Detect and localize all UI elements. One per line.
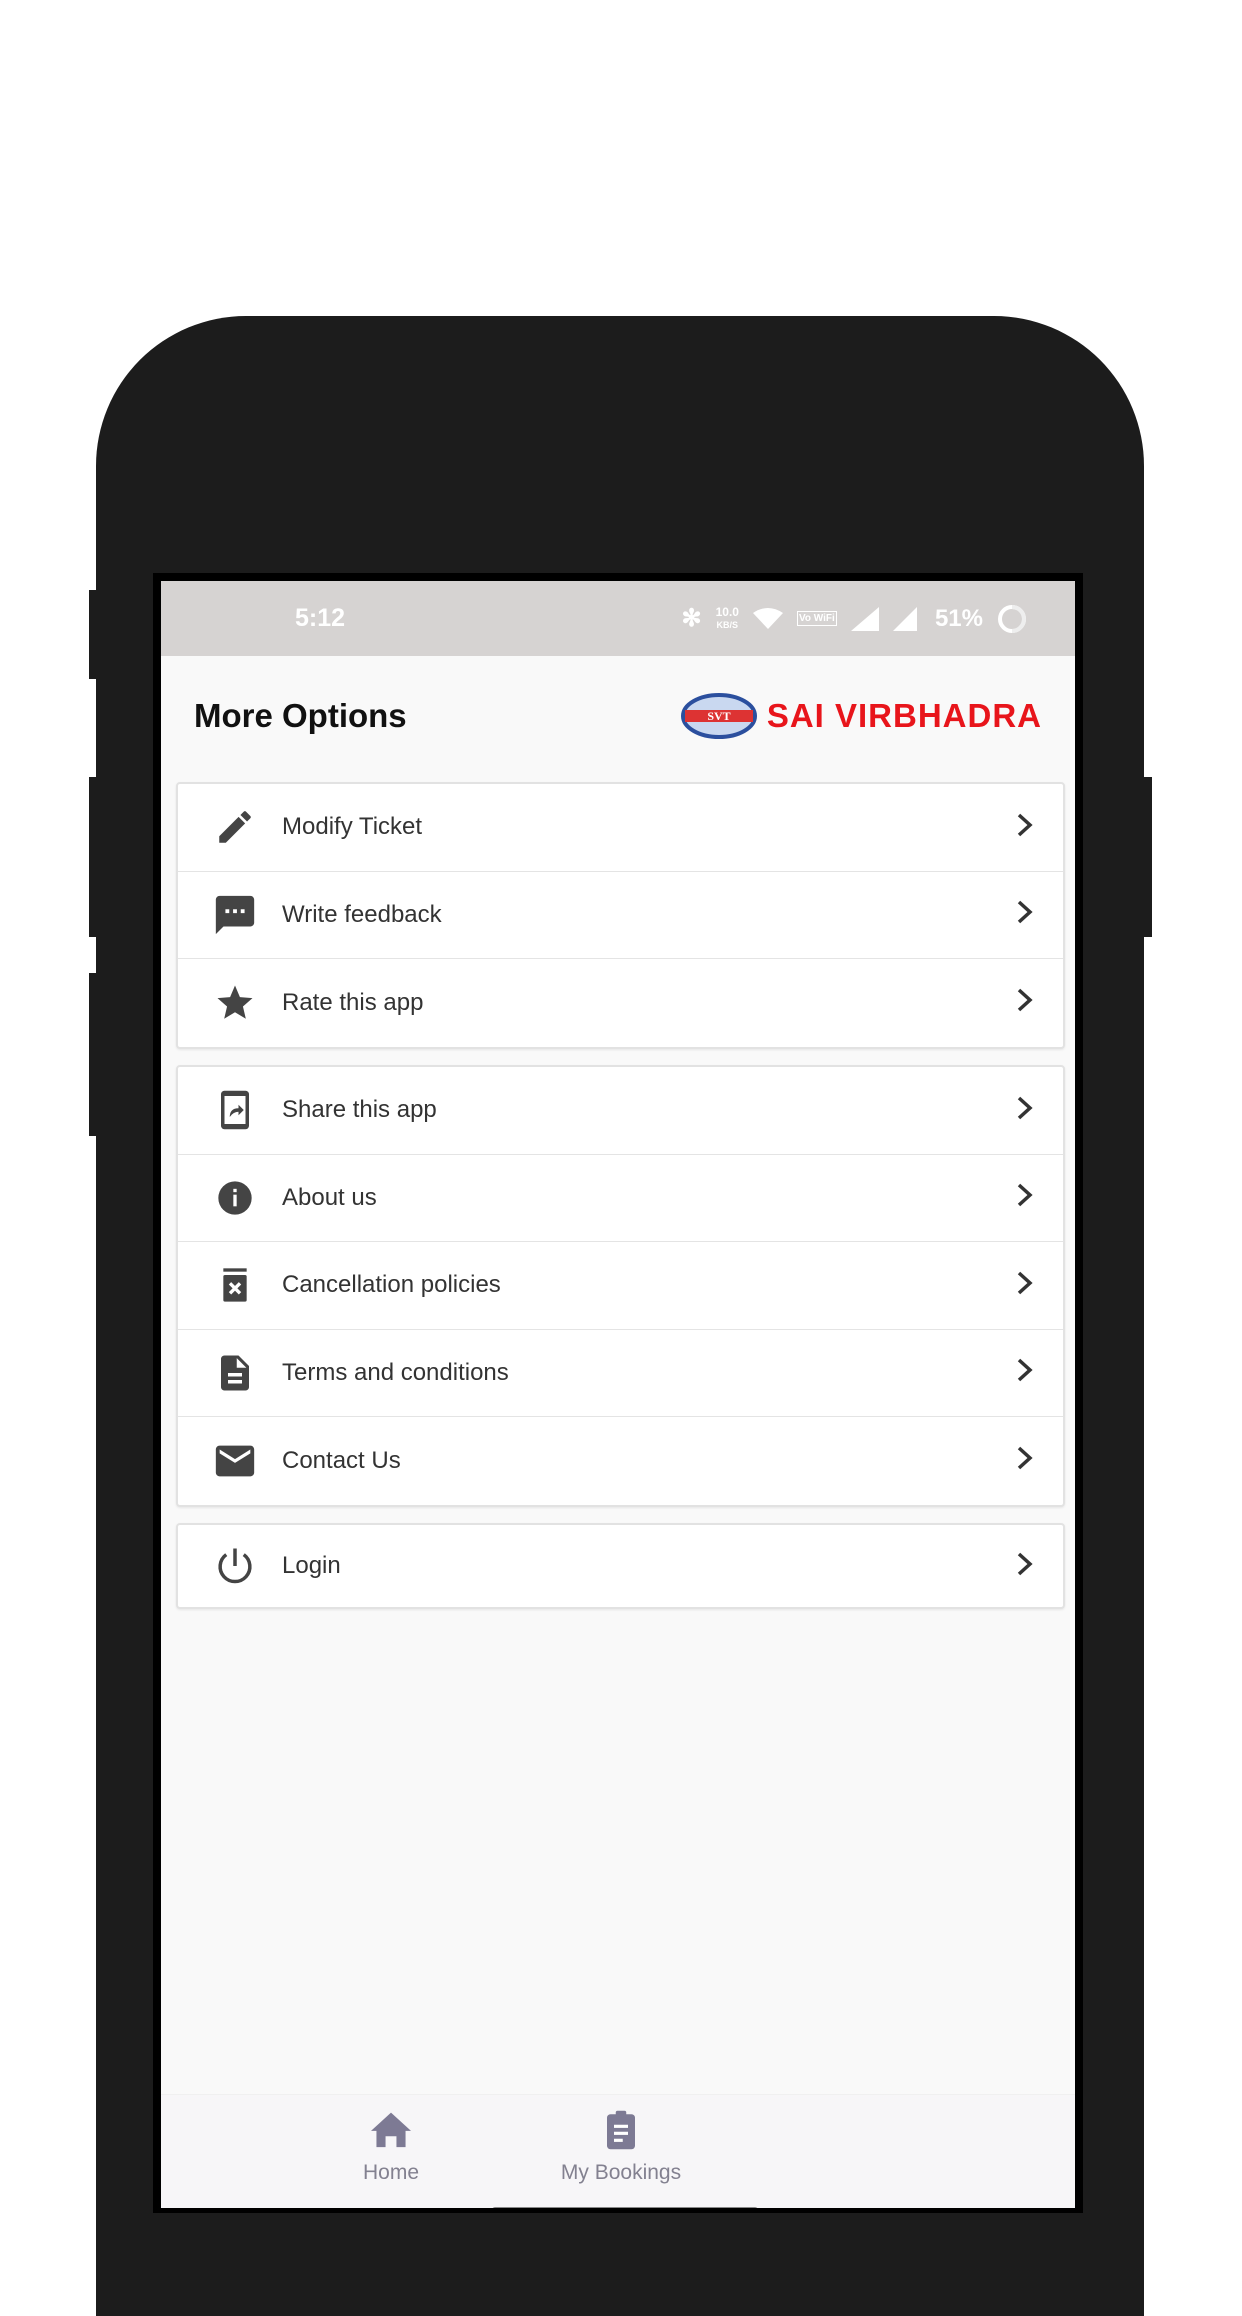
wifi-icon [752, 607, 783, 629]
brand-logo: SVT SAI VIRBHADRA [680, 693, 1042, 739]
clipboard-icon [607, 2110, 635, 2150]
menu-item-rate-app[interactable]: Rate this app [178, 959, 1063, 1047]
status-bar: 5:12 ✻ 10.0 KB/S Vo WiFi 51% [161, 581, 1075, 656]
phone-volume-up-button [89, 777, 97, 937]
phone-side-button [89, 590, 97, 679]
battery-icon [998, 604, 1026, 633]
menu-item-cancellation-policies[interactable]: Cancellation policies [178, 1242, 1063, 1330]
chevron-right-icon [1015, 1095, 1035, 1126]
power-icon [212, 1543, 258, 1589]
chevron-right-icon [1015, 899, 1035, 930]
svt-seal-logo: SVT [680, 693, 757, 739]
status-time: 5:12 [295, 604, 346, 632]
chevron-right-icon [1015, 1270, 1035, 1301]
net-speed: 10.0 KB/S [716, 606, 739, 631]
star-icon [212, 980, 258, 1026]
phone-volume-down-button [89, 973, 97, 1136]
nav-label: Home [362, 2161, 420, 2184]
menu-item-label: Terms and conditions [282, 1358, 509, 1386]
volte-icon: Vo WiFi [796, 611, 837, 626]
phone-power-button [1143, 777, 1152, 937]
chevron-right-icon [1015, 1445, 1035, 1476]
menu-item-contact-us[interactable]: Contact Us [178, 1417, 1063, 1505]
menu-item-label: Rate this app [282, 988, 424, 1016]
document-icon [212, 1350, 258, 1396]
menu-item-login[interactable]: Login [178, 1525, 1063, 1607]
chevron-right-icon [1015, 1551, 1035, 1582]
brand-name: SAI VIRBHADRA [766, 697, 1042, 734]
menu-item-label: Modify Ticket [282, 813, 423, 841]
net-speed-value: 10.0 [715, 605, 739, 619]
bottom-nav: Home My Bookings [161, 2094, 1075, 2208]
signal-icon [850, 606, 879, 631]
page-title: More Options [194, 697, 407, 734]
menu-item-label: Share this app [282, 1096, 437, 1124]
chevron-right-icon [1015, 812, 1035, 843]
battery-level: 51% [934, 604, 983, 632]
menu-item-share-app[interactable]: Share this app [178, 1067, 1063, 1155]
signal-roaming-icon [892, 606, 917, 631]
chevron-right-icon [1015, 987, 1035, 1018]
menu-item-label: Login [282, 1552, 341, 1579]
svg-text:SVT: SVT [707, 709, 730, 723]
mail-icon [212, 1438, 258, 1484]
menu-item-write-feedback[interactable]: Write feedback [178, 872, 1063, 959]
menu-item-label: About us [282, 1183, 377, 1211]
chevron-right-icon [1015, 1182, 1035, 1213]
bluetooth-icon: ✻ [681, 605, 702, 632]
chevron-right-icon [1015, 1357, 1035, 1388]
options-group-1: Modify Ticket Write feedback Rate this a… [176, 782, 1065, 1049]
menu-item-label: Cancellation policies [282, 1271, 501, 1299]
menu-item-label: Write feedback [282, 900, 442, 928]
nav-home[interactable]: Home [341, 2109, 441, 2185]
info-icon [212, 1175, 258, 1221]
options-group-3: Login [176, 1523, 1065, 1609]
home-icon [371, 2112, 411, 2148]
pencil-icon [212, 804, 258, 850]
cancel-icon [212, 1262, 258, 1308]
options-group-2: Share this app About us Cancellation pol… [176, 1065, 1065, 1507]
menu-item-terms-conditions[interactable]: Terms and conditions [178, 1330, 1063, 1417]
app-screen: 5:12 ✻ 10.0 KB/S Vo WiFi 51% More Options… [161, 581, 1075, 2208]
nav-label: My Bookings [560, 2161, 682, 2184]
nav-my-bookings[interactable]: My Bookings [541, 2109, 701, 2185]
menu-item-label: Contact Us [282, 1446, 401, 1474]
share-icon [212, 1087, 258, 1133]
menu-item-modify-ticket[interactable]: Modify Ticket [178, 784, 1063, 872]
menu-item-about-us[interactable]: About us [178, 1155, 1063, 1242]
feedback-icon [212, 892, 258, 938]
net-speed-unit: KB/S [716, 620, 739, 630]
app-header: More Options SVT SAI VIRBHADRA [161, 656, 1075, 776]
